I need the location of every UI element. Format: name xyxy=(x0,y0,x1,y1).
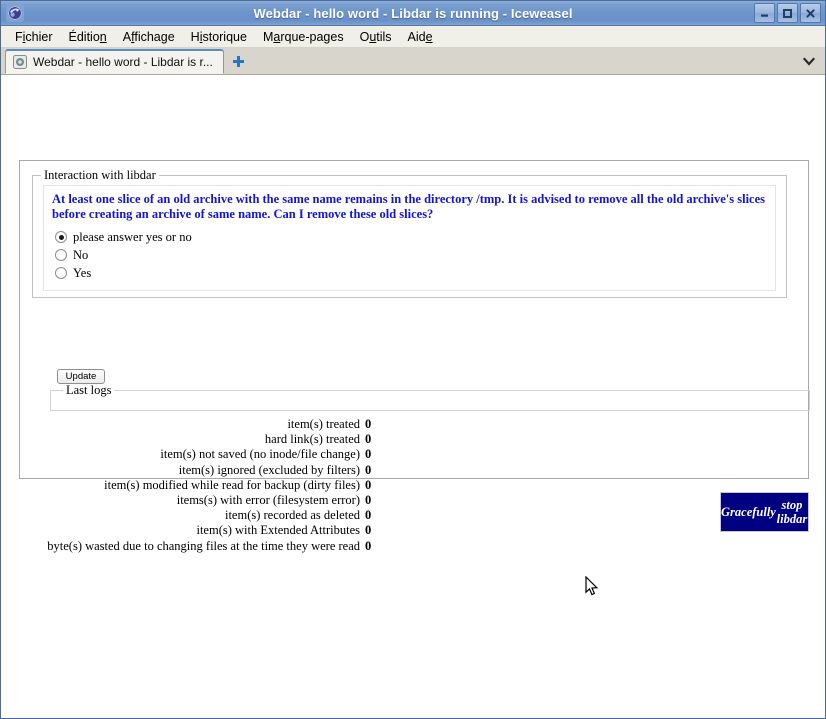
browser-window: Webdar - hello word - Libdar is running … xyxy=(0,0,826,719)
radio-icon[interactable] xyxy=(55,267,67,279)
stat-value: 0 xyxy=(365,447,372,462)
radio-label: please answer yes or no xyxy=(73,229,192,244)
interaction-fieldset: Interaction with libdar At least one sli… xyxy=(32,168,787,298)
stat-value: 0 xyxy=(365,492,372,507)
menu-item-edition[interactable]: Édition xyxy=(61,28,115,46)
minimize-button[interactable] xyxy=(754,3,775,23)
stat-value: 0 xyxy=(365,538,372,553)
stat-row: item(s) not saved (no inode/file change)… xyxy=(20,447,372,462)
stat-label: hard link(s) treated xyxy=(264,432,360,447)
window-title: Webdar - hello word - Libdar is running … xyxy=(253,5,573,21)
stat-label: item(s) not saved (no inode/file change) xyxy=(160,447,360,462)
radio-option-please-answer[interactable]: please answer yes or no xyxy=(55,228,767,246)
stat-label: item(s) with Extended Attributes xyxy=(196,523,360,538)
menu-label-pre: A xyxy=(122,29,132,44)
menu-accel-key: e xyxy=(425,29,433,44)
stat-row: item(s) recorded as deleted 0 xyxy=(20,508,372,523)
menu-label-post: tils xyxy=(376,29,392,44)
stat-label: item(s) treated xyxy=(287,417,360,431)
stat-value: 0 xyxy=(365,432,372,447)
interaction-message: At least one slice of an old archive wit… xyxy=(52,192,766,221)
menu-label-pre: O xyxy=(359,29,370,44)
stat-value: 0 xyxy=(365,477,372,492)
radio-option-no[interactable]: No xyxy=(55,246,767,264)
tab-webdar[interactable]: Webdar - hello word - Libdar is r... xyxy=(5,49,224,74)
stat-value: 0 xyxy=(365,523,372,538)
menu-item-marque-pages[interactable]: Marque-pages xyxy=(255,28,352,46)
menu-label-pre: M xyxy=(262,29,274,44)
interaction-question-box: At least one slice of an old archive wit… xyxy=(43,185,776,291)
stat-row: item(s) with Extended Attributes 0 xyxy=(20,523,372,538)
new-tab-button[interactable] xyxy=(226,49,252,74)
menu-label-pre: F xyxy=(15,29,23,44)
close-button[interactable] xyxy=(800,3,821,23)
menu-label-post: rque-pages xyxy=(280,29,344,44)
stat-row: item(s) treated 0 xyxy=(20,417,372,432)
menu-item-fichier[interactable]: Fichier xyxy=(7,28,61,46)
stat-label: item(s) modified while read for backup (… xyxy=(104,477,360,492)
update-button[interactable]: Update xyxy=(57,369,105,384)
favicon-icon xyxy=(13,55,27,69)
last-logs-legend: Last logs xyxy=(66,383,112,397)
menu-item-aide[interactable]: Aide xyxy=(400,28,441,46)
webdar-main-panel: Interaction with libdar At least one sli… xyxy=(19,160,810,553)
tab-title: Webdar - hello word - Libdar is r... xyxy=(33,55,213,69)
stat-label: item(s) ignored (excluded by filters) xyxy=(178,462,360,477)
stat-row: hard link(s) treated 0 xyxy=(20,432,372,447)
window-titlebar: Webdar - hello word - Libdar is running … xyxy=(1,1,825,26)
stop-button-line1: Gracefully xyxy=(721,505,776,519)
menu-label-pre: H xyxy=(190,29,200,44)
menu-bar: Fichier Édition Affichage Historique Mar… xyxy=(1,26,825,48)
menu-label-pre: Éditio xyxy=(68,29,100,44)
stat-value: 0 xyxy=(365,508,372,523)
mouse-cursor-icon xyxy=(585,575,599,602)
stop-button-line2: stop libdar xyxy=(776,498,808,526)
radio-icon[interactable] xyxy=(55,249,67,261)
stat-row: items(s) with error (filesystem error) 0 xyxy=(20,493,372,508)
menu-item-affichage[interactable]: Affichage xyxy=(115,28,183,46)
tab-list-button[interactable] xyxy=(799,52,819,70)
stat-label: items(s) with error (filesystem error) xyxy=(176,492,360,507)
page-viewport: Interaction with libdar At least one sli… xyxy=(1,75,825,718)
interaction-legend: Interaction with libdar xyxy=(44,168,156,182)
gracefully-stop-libdar-button[interactable]: Gracefully stop libdar xyxy=(720,492,809,532)
iceweasel-globe-icon xyxy=(6,4,24,22)
menu-accel-key: n xyxy=(99,29,107,44)
stat-value: 0 xyxy=(365,417,372,431)
stat-value: 0 xyxy=(365,462,372,477)
window-controls xyxy=(754,3,823,23)
radio-label: Yes xyxy=(73,265,92,280)
last-logs-fieldset: Last logs xyxy=(50,383,810,411)
maximize-button[interactable] xyxy=(777,3,798,23)
menu-label-post: chier xyxy=(25,29,53,44)
tab-strip: Webdar - hello word - Libdar is r... xyxy=(1,48,825,75)
menu-label-pre: Aid xyxy=(407,29,426,44)
stat-label: item(s) recorded as deleted xyxy=(224,508,360,523)
menu-label-post: fichage xyxy=(134,29,175,44)
statistics-list: item(s) treated 0 hard link(s) treated 0… xyxy=(20,417,372,554)
stat-row: item(s) modified while read for backup (… xyxy=(20,478,372,493)
radio-icon[interactable] xyxy=(55,231,67,243)
radio-option-yes[interactable]: Yes xyxy=(55,264,767,282)
stat-row: item(s) ignored (excluded by filters) 0 xyxy=(20,463,372,478)
stat-row: byte(s) wasted due to changing files at … xyxy=(20,539,372,554)
menu-item-outils[interactable]: Outils xyxy=(352,28,400,46)
menu-item-historique[interactable]: Historique xyxy=(183,28,255,46)
stat-label: byte(s) wasted due to changing files at … xyxy=(47,538,360,553)
radio-label: No xyxy=(73,247,89,262)
menu-label-post: storique xyxy=(202,29,247,44)
